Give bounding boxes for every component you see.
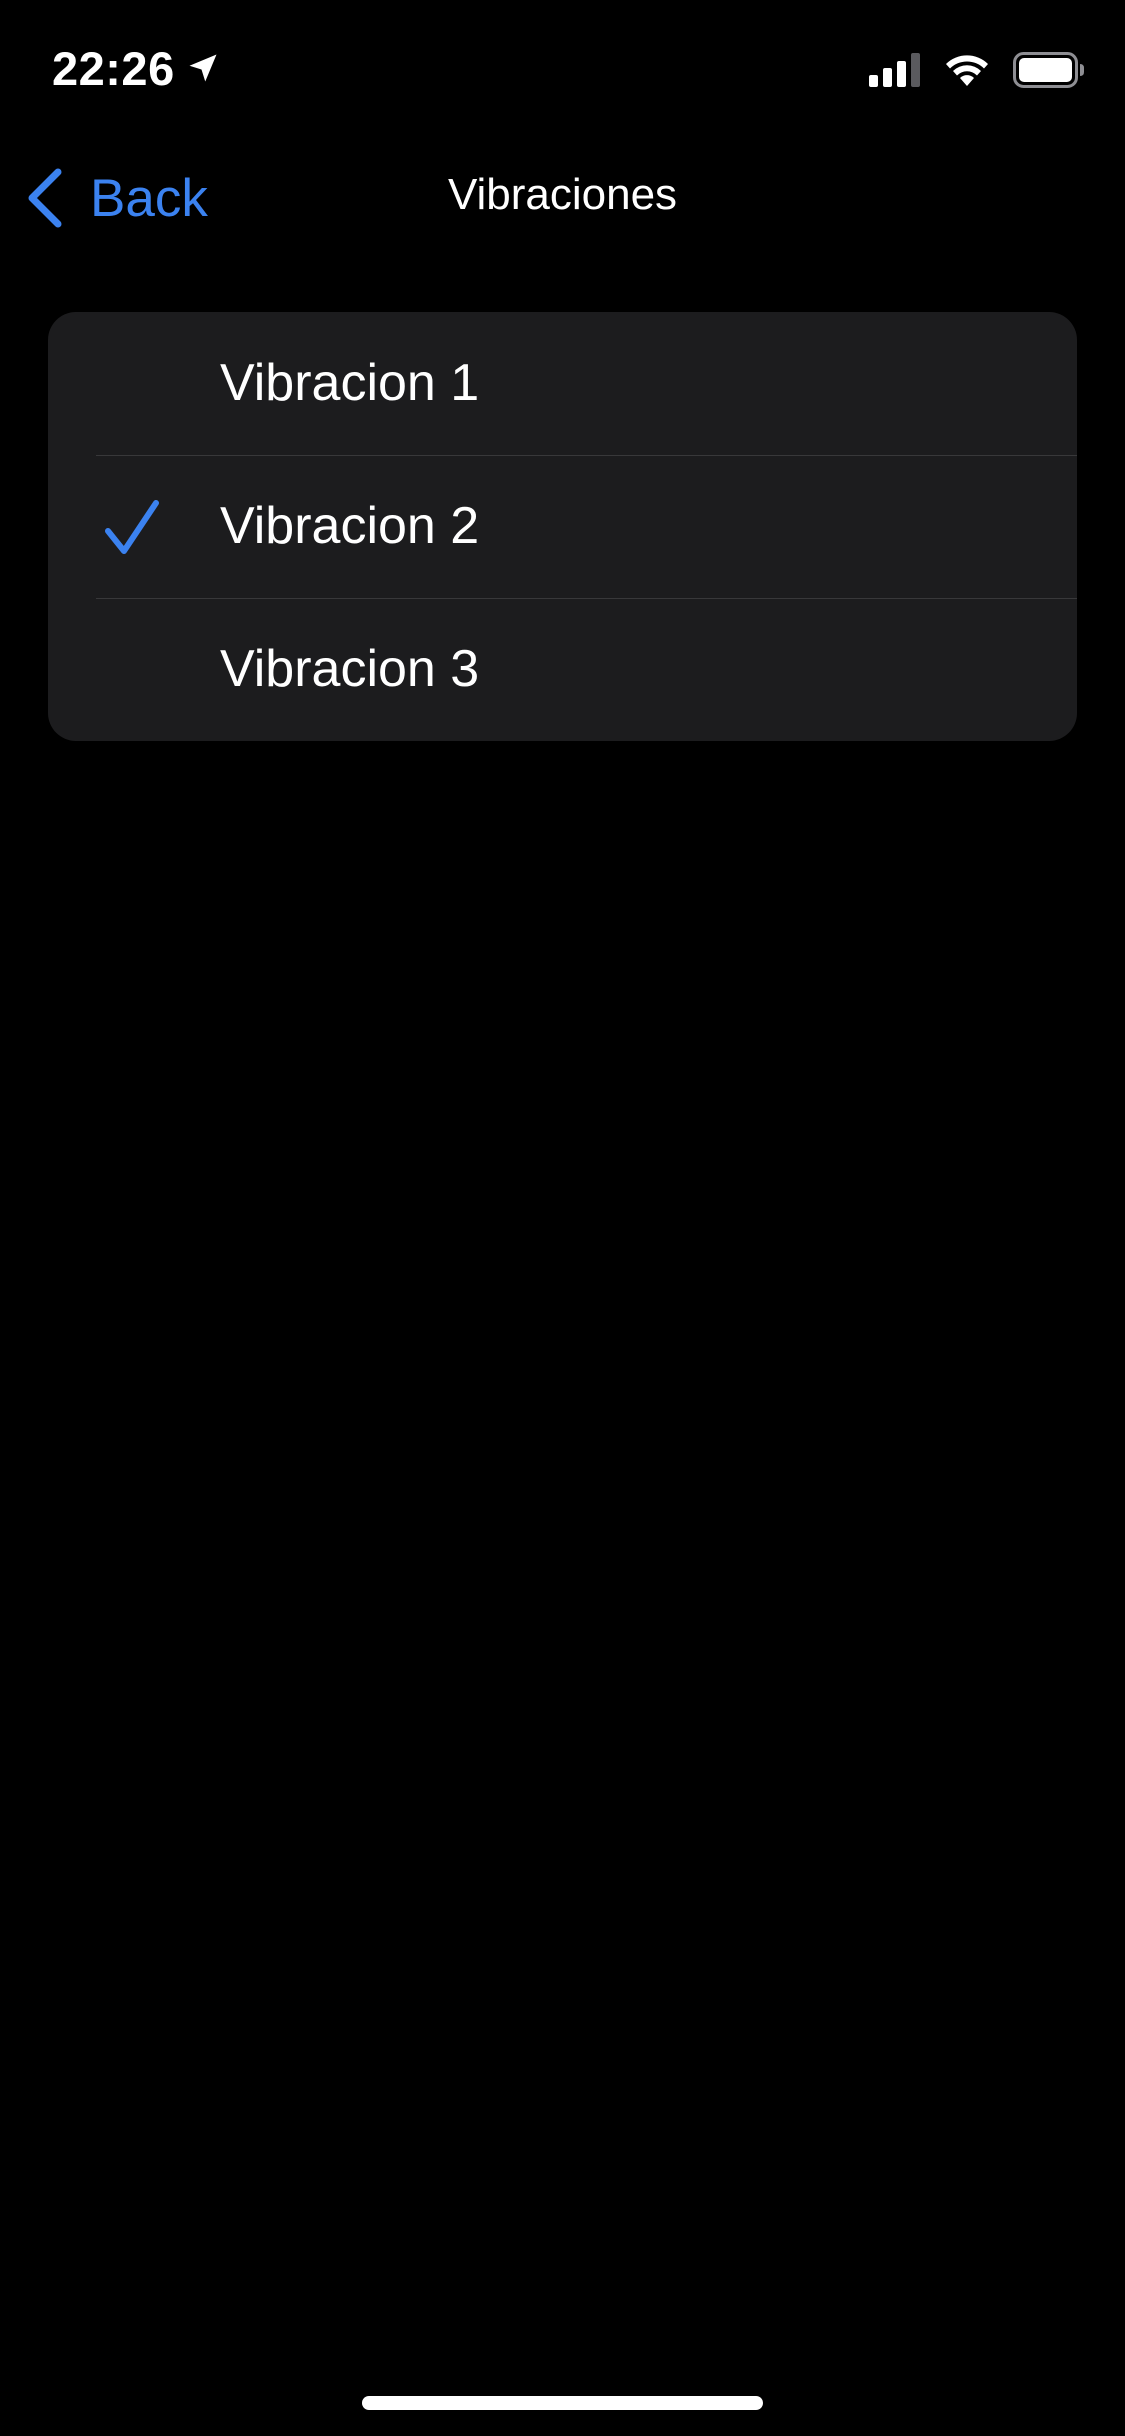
battery-icon [1013,52,1084,88]
navigation-bar: Back Vibraciones [0,132,1125,264]
option-row-vibracion-3[interactable]: Vibracion 3 [48,598,1077,741]
option-label: Vibracion 1 [220,354,480,412]
location-arrow-icon [189,54,217,82]
status-time-group: 22:26 [52,38,221,98]
option-row-vibracion-1[interactable]: Vibracion 1 [48,312,1077,455]
status-indicators [869,50,1085,90]
home-indicator[interactable] [362,2396,763,2410]
checkmark-icon [105,500,159,554]
status-bar: 22:26 [0,0,1125,132]
cellular-signal-icon [869,53,920,87]
status-time: 22:26 [52,41,175,95]
page-title: Vibraciones [447,170,678,219]
option-label: Vibracion 2 [220,497,480,555]
wifi-icon [946,55,988,86]
option-row-vibracion-2[interactable]: Vibracion 2 [48,455,1077,598]
option-label: Vibracion 3 [220,640,480,698]
vibration-options-list: Vibracion 1 Vibracion 2 Vibracion 3 [48,312,1077,741]
